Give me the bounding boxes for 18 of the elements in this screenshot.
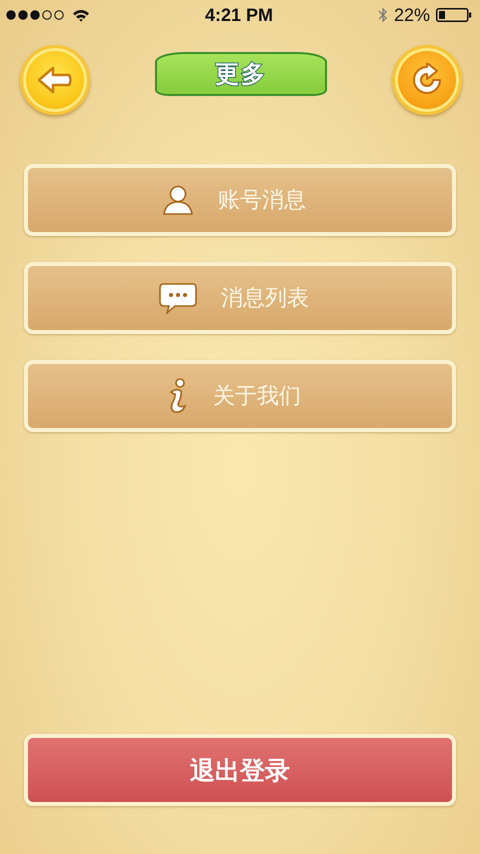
signal-icon — [6, 10, 64, 20]
person-icon — [162, 184, 194, 216]
menu-item[interactable]: 账号消息 — [24, 164, 456, 236]
chat-bubble-icon — [159, 282, 197, 314]
back-arrow-icon — [37, 65, 73, 95]
bluetooth-icon — [378, 7, 388, 23]
page-title: 更多 — [215, 59, 267, 90]
refresh-icon — [410, 63, 444, 97]
menu-item[interactable]: 关于我们 — [24, 360, 456, 432]
battery-percent: 22% — [394, 4, 430, 26]
refresh-button[interactable] — [392, 45, 462, 115]
back-button[interactable] — [20, 45, 90, 115]
status-time: 4:21 PM — [204, 4, 274, 26]
info-icon — [167, 378, 189, 414]
logout-button[interactable]: 退出登录 — [24, 734, 456, 806]
menu-item[interactable]: 消息列表 — [24, 262, 456, 334]
wifi-icon — [72, 8, 90, 22]
battery-icon — [436, 8, 472, 22]
